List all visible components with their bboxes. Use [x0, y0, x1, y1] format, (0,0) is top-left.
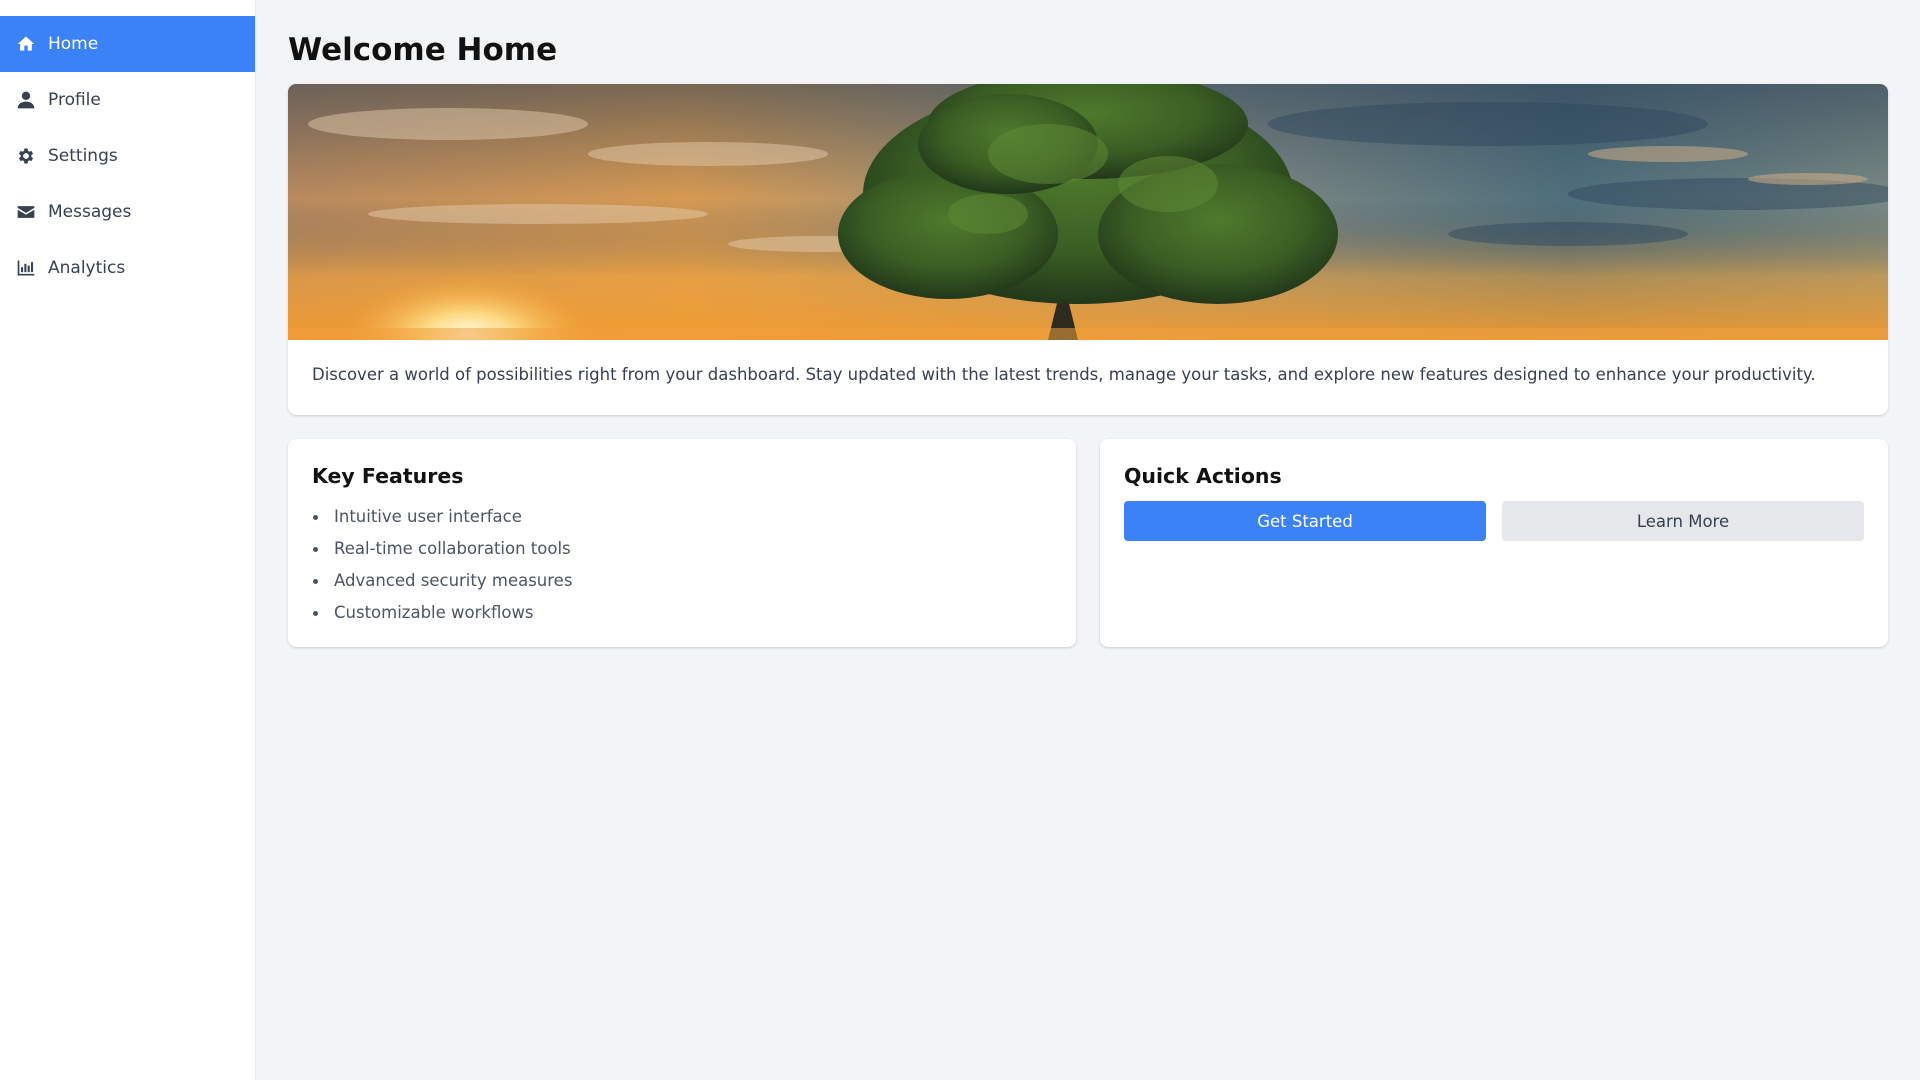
user-icon: [15, 89, 37, 111]
feature-list: Intuitive user interface Real-time colla…: [312, 501, 1052, 629]
envelope-icon: [15, 201, 37, 223]
list-item: Advanced security measures: [312, 565, 1052, 597]
sidebar-item-messages[interactable]: Messages: [0, 184, 255, 240]
sidebar-item-profile[interactable]: Profile: [0, 72, 255, 128]
list-item: Real-time collaboration tools: [312, 533, 1052, 565]
quick-actions-title: Quick Actions: [1124, 464, 1282, 488]
sidebar-item-label: Analytics: [48, 258, 126, 278]
list-item: Customizable workflows: [312, 597, 1052, 629]
list-item: Intuitive user interface: [312, 501, 1052, 533]
get-started-button[interactable]: Get Started: [1124, 501, 1486, 541]
main-content: Welcome Home Discover a world of possibi…: [256, 0, 1920, 1080]
sidebar-item-label: Home: [48, 34, 99, 54]
sidebar-item-home[interactable]: Home: [0, 16, 255, 72]
sidebar-item-analytics[interactable]: Analytics: [0, 240, 255, 296]
gear-icon: [15, 145, 37, 167]
cards-row: Key Features Intuitive user interface Re…: [288, 439, 1888, 647]
page-title: Welcome Home: [288, 32, 558, 68]
hero-description: Discover a world of possibilities right …: [312, 365, 1816, 384]
sidebar-item-settings[interactable]: Settings: [0, 128, 255, 184]
hero-image: [288, 84, 1888, 340]
sidebar-item-label: Messages: [48, 202, 132, 222]
app-shell: Home Profile Settings Messages Analytics: [0, 0, 1920, 1080]
bar-chart-icon: [15, 257, 37, 279]
home-icon: [15, 33, 37, 55]
quick-actions-card: Quick Actions Get Started Learn More: [1100, 439, 1888, 647]
sidebar: Home Profile Settings Messages Analytics: [0, 0, 256, 1080]
learn-more-button[interactable]: Learn More: [1502, 501, 1864, 541]
sidebar-item-label: Settings: [48, 146, 118, 166]
sidebar-item-label: Profile: [48, 90, 101, 110]
key-features-title: Key Features: [312, 464, 464, 488]
key-features-card: Key Features Intuitive user interface Re…: [288, 439, 1076, 647]
hero-card: Discover a world of possibilities right …: [288, 84, 1888, 415]
quick-actions-buttons: Get Started Learn More: [1124, 501, 1864, 541]
